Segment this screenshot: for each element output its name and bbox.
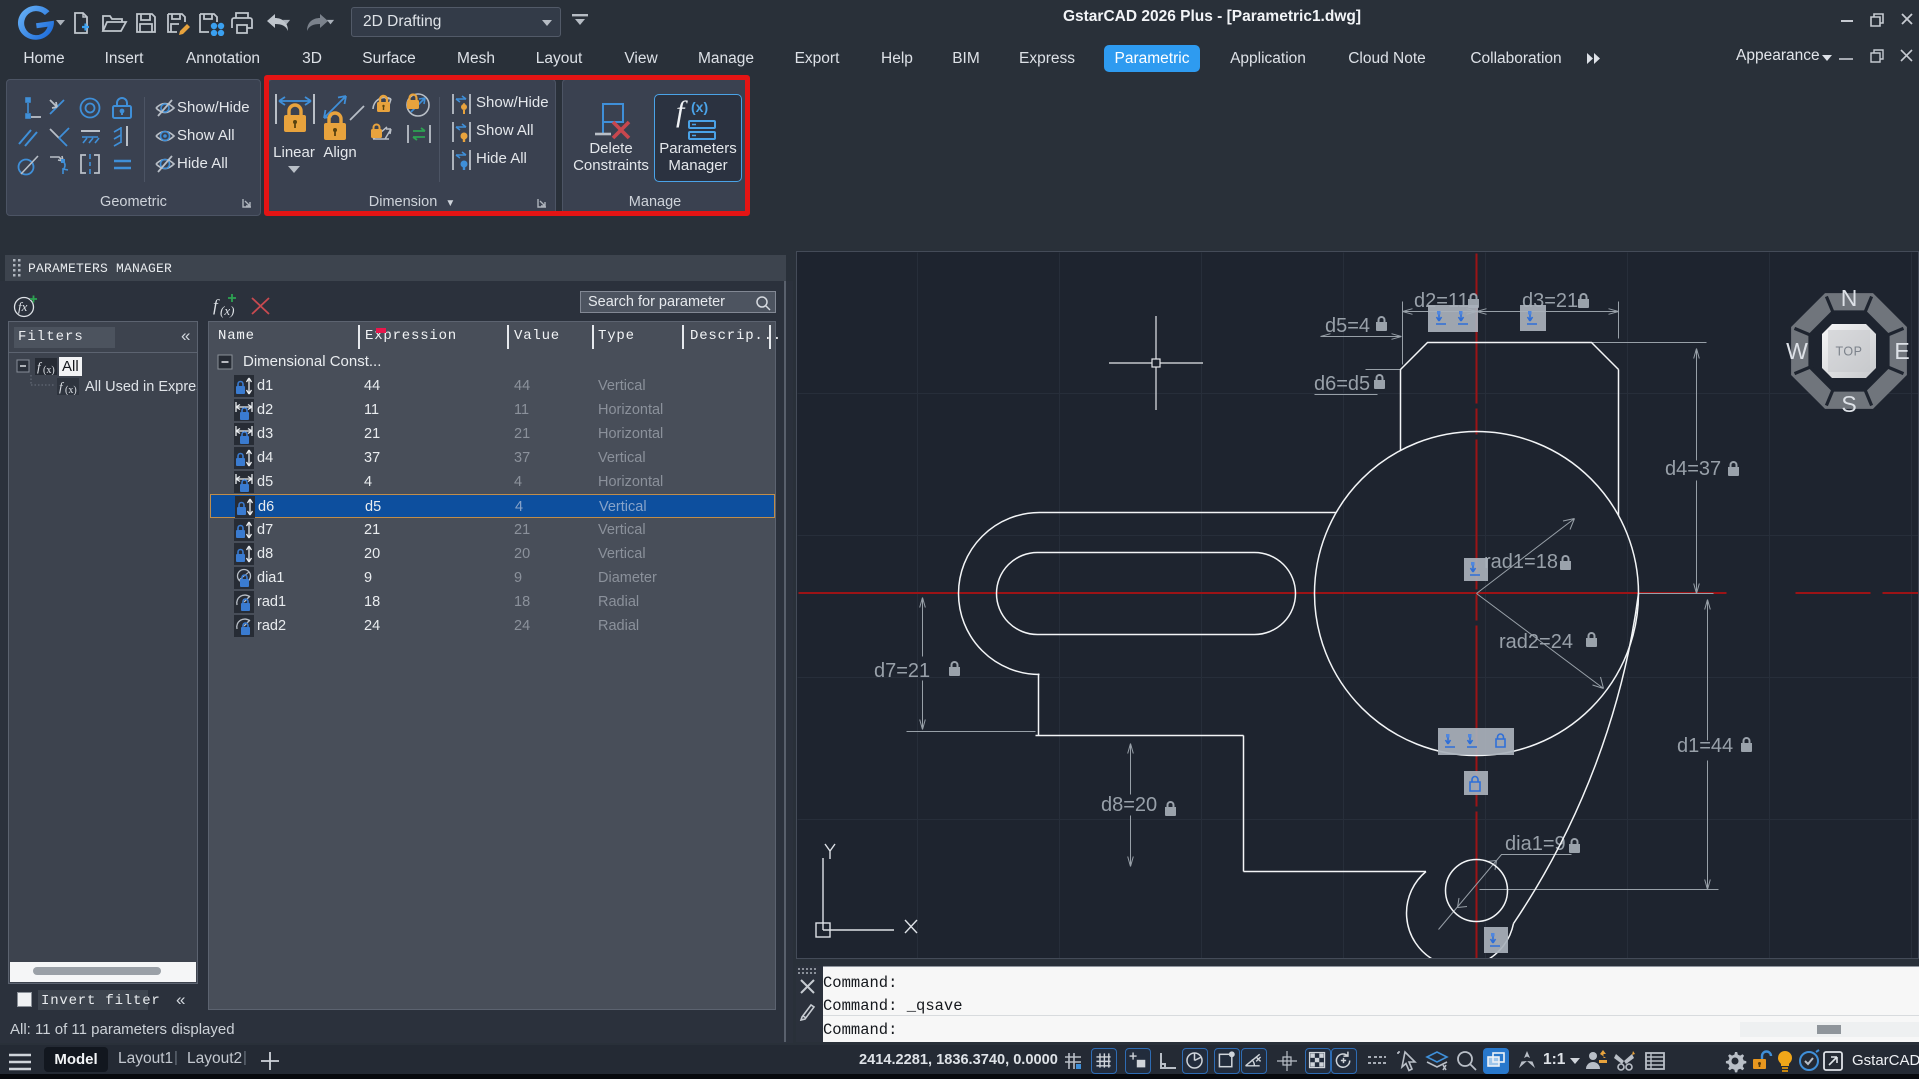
svg-text:d1=44: d1=44 xyxy=(1677,735,1733,757)
svg-text:d4=37: d4=37 xyxy=(1665,458,1721,480)
svg-text:N: N xyxy=(1841,285,1858,311)
svg-text:d6=d5: d6=d5 xyxy=(1314,373,1370,395)
svg-text:W: W xyxy=(1786,338,1808,364)
svg-text:(x): (x) xyxy=(220,303,234,318)
svg-text:rad1=18: rad1=18 xyxy=(1484,551,1558,573)
svg-text:d8=20: d8=20 xyxy=(1101,794,1157,816)
svg-text:d5=4: d5=4 xyxy=(1325,315,1370,337)
svg-text:E: E xyxy=(1894,338,1909,364)
svg-text:rad2=24: rad2=24 xyxy=(1499,631,1573,653)
svg-text:S: S xyxy=(1841,391,1856,417)
svg-text:d7=21: d7=21 xyxy=(874,660,930,682)
svg-text:(x): (x) xyxy=(65,385,77,395)
svg-text:fx: fx xyxy=(18,299,28,314)
svg-text:f: f xyxy=(213,296,220,315)
svg-text:TOP: TOP xyxy=(1836,345,1863,359)
